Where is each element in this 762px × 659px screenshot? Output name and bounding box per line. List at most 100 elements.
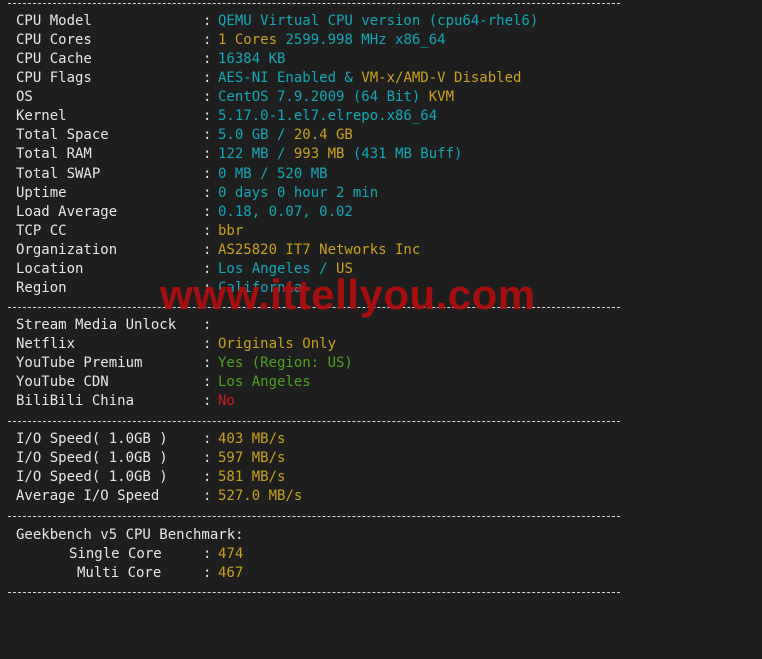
row-value: Yes (Region: US): [218, 354, 353, 373]
row-value: 122 MB / 993 MB (431 MB Buff): [218, 145, 462, 164]
geekbench-title: Geekbench v5 CPU Benchmark:: [16, 527, 244, 543]
row-label: I/O Speed( 1.0GB ): [16, 431, 168, 447]
value-segment: 403 MB/s: [218, 431, 286, 447]
geekbench-title-row: Geekbench v5 CPU Benchmark:: [16, 526, 244, 545]
value-segment: 993 MB: [293, 146, 345, 163]
row-label: CPU Cache: [16, 51, 92, 68]
row-value: No: [218, 392, 235, 411]
terminal-window: CPU Model: QEMU Virtual CPU version (cpu6…: [0, 0, 762, 595]
multi-core-value: 467: [218, 565, 244, 581]
colon: :: [203, 241, 212, 258]
row-label: Total RAM: [16, 146, 92, 163]
value-segment: 0 days 0 hour 2 min: [218, 184, 379, 201]
value-segment: 5.17.0-1.el7.elrepo.x86_64: [218, 108, 438, 125]
value-segment: Originals Only: [218, 336, 337, 353]
row-value: QEMU Virtual CPU version (cpu64-rhel6): [218, 12, 538, 31]
colon: :: [203, 203, 212, 220]
colon: :: [203, 317, 212, 333]
row-label: CPU Cores: [16, 32, 92, 49]
colon: :: [203, 565, 212, 581]
separator-line: [8, 3, 620, 4]
value-segment: 0.18, 0.07, 0.02: [218, 203, 353, 220]
row-label: OS: [16, 89, 33, 106]
row-label: Total Space: [16, 127, 109, 144]
colon: :: [203, 89, 212, 106]
row-value: AES-NI Enabled & VM-x/AMD-V Disabled: [218, 69, 521, 88]
value-segment: 16384 KB: [218, 51, 286, 68]
value-segment: Los Angeles: [218, 374, 311, 391]
geekbench-single-row: Single Core : 474: [16, 545, 243, 564]
watermark: www.ittellyou.com: [160, 271, 536, 318]
colon: :: [203, 488, 212, 505]
row-label: CPU Model: [16, 13, 92, 29]
row-label: Region: [16, 279, 67, 296]
value-segment: Yes (Region: US): [218, 355, 353, 372]
row-value: 581 MB/s: [218, 468, 285, 487]
row-value: 0 days 0 hour 2 min: [218, 184, 378, 203]
row-value: 597 MB/s: [218, 449, 285, 468]
row-value: 5.17.0-1.el7.elrepo.x86_64: [218, 107, 437, 126]
colon: :: [203, 165, 212, 182]
value-segment: 597 MB/s: [218, 450, 286, 467]
row-value: Los Angeles: [218, 373, 311, 392]
value-segment: 581 MB/s: [218, 469, 286, 486]
value-segment: (431 MB Buff): [344, 146, 463, 163]
row-label: Average I/O Speed: [16, 488, 160, 505]
separator-line: [8, 421, 620, 422]
colon: :: [203, 51, 212, 68]
row-label: Uptime: [16, 184, 67, 201]
row-label: BiliBili China: [16, 393, 135, 410]
value-segment: bbr: [218, 222, 244, 239]
multi-core-label: Multi Core: [77, 565, 162, 581]
row-value: 5.0 GB / 20.4 GB: [218, 126, 353, 145]
single-core-value: 474: [218, 546, 244, 562]
value-segment: KVM: [428, 89, 455, 106]
value-segment: QEMU Virtual CPU version (cpu64-rhel6): [218, 13, 539, 29]
colon: :: [203, 450, 212, 467]
row-value: 0 MB / 520 MB: [218, 165, 328, 184]
row-label: CPU Flags: [16, 70, 92, 87]
colon: :: [203, 374, 212, 391]
row-label: TCP CC: [16, 222, 67, 239]
row-value: 0.18, 0.07, 0.02: [218, 203, 353, 222]
colon: :: [203, 393, 212, 410]
value-segment: No: [218, 393, 235, 410]
colon: :: [203, 146, 212, 163]
row-label: YouTube Premium: [16, 355, 143, 372]
row-label: Total SWAP: [16, 165, 101, 182]
row-label: Load Average: [16, 203, 118, 220]
row-label: I/O Speed( 1.0GB ): [16, 469, 168, 486]
colon: :: [203, 546, 212, 562]
row-value: Originals Only: [218, 335, 336, 354]
value-segment: 0 MB / 520 MB: [218, 165, 328, 182]
row-value: bbr: [218, 222, 243, 241]
value-segment: 2599.998 MHz x86_64: [277, 32, 446, 49]
separator-line: [8, 516, 620, 517]
colon: :: [203, 13, 212, 29]
row-value: 16384 KB: [218, 50, 285, 69]
colon: :: [203, 431, 212, 447]
row-label: Kernel: [16, 108, 67, 125]
row-label: I/O Speed( 1.0GB ): [16, 450, 168, 467]
row-label: Stream Media Unlock: [16, 317, 177, 333]
value-segment: CentOS 7.9.2009 (64 Bit): [218, 89, 429, 106]
row-value: CentOS 7.9.2009 (64 Bit) KVM: [218, 88, 454, 107]
colon: :: [203, 469, 212, 486]
row-label: Netflix: [16, 336, 76, 353]
value-segment: 20.4 GB: [293, 127, 353, 144]
row-value: 527.0 MB/s: [218, 487, 302, 506]
single-core-label: Single Core: [69, 546, 162, 562]
colon: :: [203, 222, 212, 239]
colon: :: [203, 108, 212, 125]
row-value: 403 MB/s: [218, 430, 285, 449]
value-segment: AES-NI Enabled &: [218, 70, 362, 87]
value-segment: 122 MB /: [218, 146, 294, 163]
colon: :: [203, 127, 212, 144]
value-segment: 527.0 MB/s: [218, 488, 303, 505]
separator-line: [8, 592, 620, 593]
colon: :: [203, 336, 212, 353]
row-value: 1 Cores 2599.998 MHz x86_64: [218, 31, 446, 50]
colon: :: [203, 70, 212, 87]
value-segment: 5.0 GB /: [218, 127, 294, 144]
colon: :: [203, 355, 212, 372]
